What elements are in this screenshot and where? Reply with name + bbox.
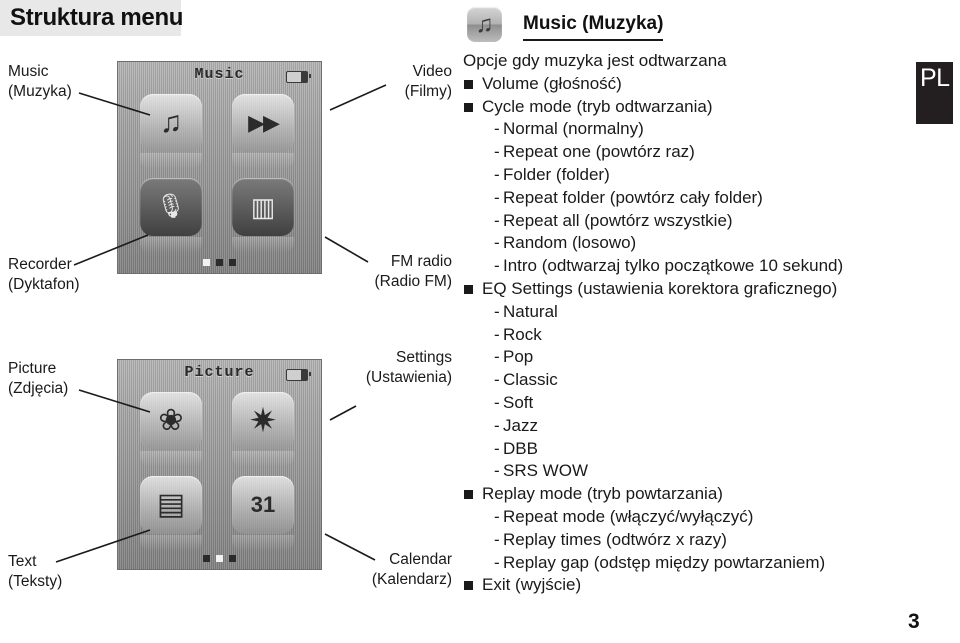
page-dots: [118, 555, 321, 562]
option-sub-item: Folder (folder): [463, 164, 933, 187]
option-sub-item: Replay gap (odstęp między powtarzaniem): [463, 552, 933, 575]
battery-icon: [286, 369, 311, 381]
option-sub-item: Repeat one (powtórz raz): [463, 141, 933, 164]
callout-recorder: Recorder (Dyktafon): [8, 255, 80, 295]
flower-photo-icon[interactable]: ❀: [140, 392, 202, 450]
option-sub-item: Repeat folder (powtórz cały folder): [463, 187, 933, 210]
callout-settings-line2: (Ustawienia): [365, 369, 452, 386]
callout-picture-line2: (Zdjęcia): [8, 380, 69, 397]
option-sub-item: SRS WOW: [463, 460, 933, 483]
film-clapper-icon[interactable]: ▶▶: [232, 94, 294, 152]
option-item: Replay mode (tryb powtarzania): [463, 483, 933, 506]
tile-reflection: [232, 451, 294, 467]
tile-reflection: [232, 237, 294, 253]
option-sub-item: DBB: [463, 438, 933, 461]
option-sub-item: Repeat all (powtórz wszystkie): [463, 210, 933, 233]
radio-icon[interactable]: ▥: [232, 178, 294, 236]
callout-fmradio-line1: FM radio: [390, 253, 452, 270]
option-item: Cycle mode (tryb odtwarzania): [463, 96, 933, 119]
tile-reflection: [140, 237, 202, 253]
callout-calendar-line1: Calendar: [389, 551, 452, 568]
callout-settings: Settings (Ustawienia): [336, 348, 452, 388]
manual-page: Struktura menu PL 3 Music ♫ ▶▶ 🎙 ▥ Pictu…: [0, 0, 960, 643]
option-sub-item: Normal (normalny): [463, 118, 933, 141]
callout-music: Music (Muzyka): [8, 62, 72, 102]
option-sub-item: Natural: [463, 301, 933, 324]
radio-glyph: ▥: [250, 192, 276, 222]
callout-video-line2: (Filmy): [404, 83, 452, 100]
option-sub-item: Jazz: [463, 415, 933, 438]
option-sub-item: Pop: [463, 346, 933, 369]
option-item: Exit (wyjście): [463, 574, 933, 597]
option-sub-item: Repeat mode (włączyć/wyłączyć): [463, 506, 933, 529]
callout-text-line2: (Teksty): [8, 573, 63, 590]
gear-settings-glyph: ✷: [248, 402, 278, 440]
film-clapper-glyph: ▶▶: [248, 110, 280, 135]
options-intro: Opcje gdy muzyka jest odtwarzana: [463, 51, 727, 70]
callout-fmradio: FM radio (Radio FM): [336, 252, 452, 292]
callout-text-line1: Text: [8, 553, 37, 570]
option-sub-item: Replay times (odtwórz x razy): [463, 529, 933, 552]
tile-reflection: [232, 535, 294, 551]
option-sub-item: Soft: [463, 392, 933, 415]
music-options-list: Opcje gdy muzyka jest odtwarzana Volume …: [463, 50, 933, 597]
callout-settings-line1: Settings: [395, 349, 452, 366]
microphone-glyph: 🎙: [155, 193, 187, 220]
music-note-icon: ♫: [467, 7, 502, 42]
calendar-icon[interactable]: 31: [232, 476, 294, 534]
book-text-glyph: ▤: [156, 488, 186, 521]
option-item: EQ Settings (ustawienia korektora grafic…: [463, 278, 933, 301]
option-sub-item: Random (losowo): [463, 232, 933, 255]
device-screen-music: Music ♫ ▶▶ 🎙 ▥: [117, 61, 322, 274]
callout-music-line2: (Muzyka): [8, 83, 72, 100]
gear-settings-icon[interactable]: ✷: [232, 392, 294, 450]
option-sub-item: Rock: [463, 324, 933, 347]
section-title: Music (Muzyka): [523, 13, 664, 41]
battery-icon: [286, 71, 311, 83]
flower-photo-glyph: ❀: [158, 404, 184, 437]
callout-picture: Picture (Zdjęcia): [8, 359, 68, 399]
device-screen-picture: Picture ❀ ✷ ▤ 31: [117, 359, 322, 570]
book-text-icon[interactable]: ▤: [140, 476, 202, 534]
callout-text: Text (Teksty): [8, 552, 62, 592]
callout-calendar: Calendar (Kalendarz): [336, 550, 452, 590]
callout-video: Video (Filmy): [336, 62, 452, 102]
calendar-glyph: 31: [250, 492, 276, 517]
page-number: 3: [908, 610, 920, 633]
leader-settings: [329, 405, 357, 421]
callout-music-line1: Music: [8, 63, 49, 80]
tile-reflection: [140, 153, 202, 169]
tile-reflection: [140, 451, 202, 467]
option-sub-item: Classic: [463, 369, 933, 392]
microphone-icon[interactable]: 🎙: [140, 178, 202, 236]
callout-video-line1: Video: [412, 63, 452, 80]
page-dots: [118, 259, 321, 266]
option-sub-item: Intro (odtwarzaj tylko początkowe 10 sek…: [463, 255, 933, 278]
music-note-glyph: ♫: [159, 106, 183, 139]
music-note-icon[interactable]: ♫: [140, 94, 202, 152]
callout-recorder-line2: (Dyktafon): [8, 276, 80, 293]
music-note-glyph: ♫: [475, 10, 494, 38]
callout-calendar-line2: (Kalendarz): [371, 571, 452, 588]
tile-reflection: [232, 153, 294, 169]
page-title: Struktura menu: [10, 4, 184, 31]
callout-recorder-line1: Recorder: [8, 256, 72, 273]
callout-fmradio-line2: (Radio FM): [374, 273, 452, 290]
options-rows: Volume (głośność) Cycle mode (tryb odtwar…: [463, 73, 933, 597]
tile-reflection: [140, 535, 202, 551]
callout-picture-line1: Picture: [8, 360, 57, 377]
option-item: Volume (głośność): [463, 73, 933, 96]
